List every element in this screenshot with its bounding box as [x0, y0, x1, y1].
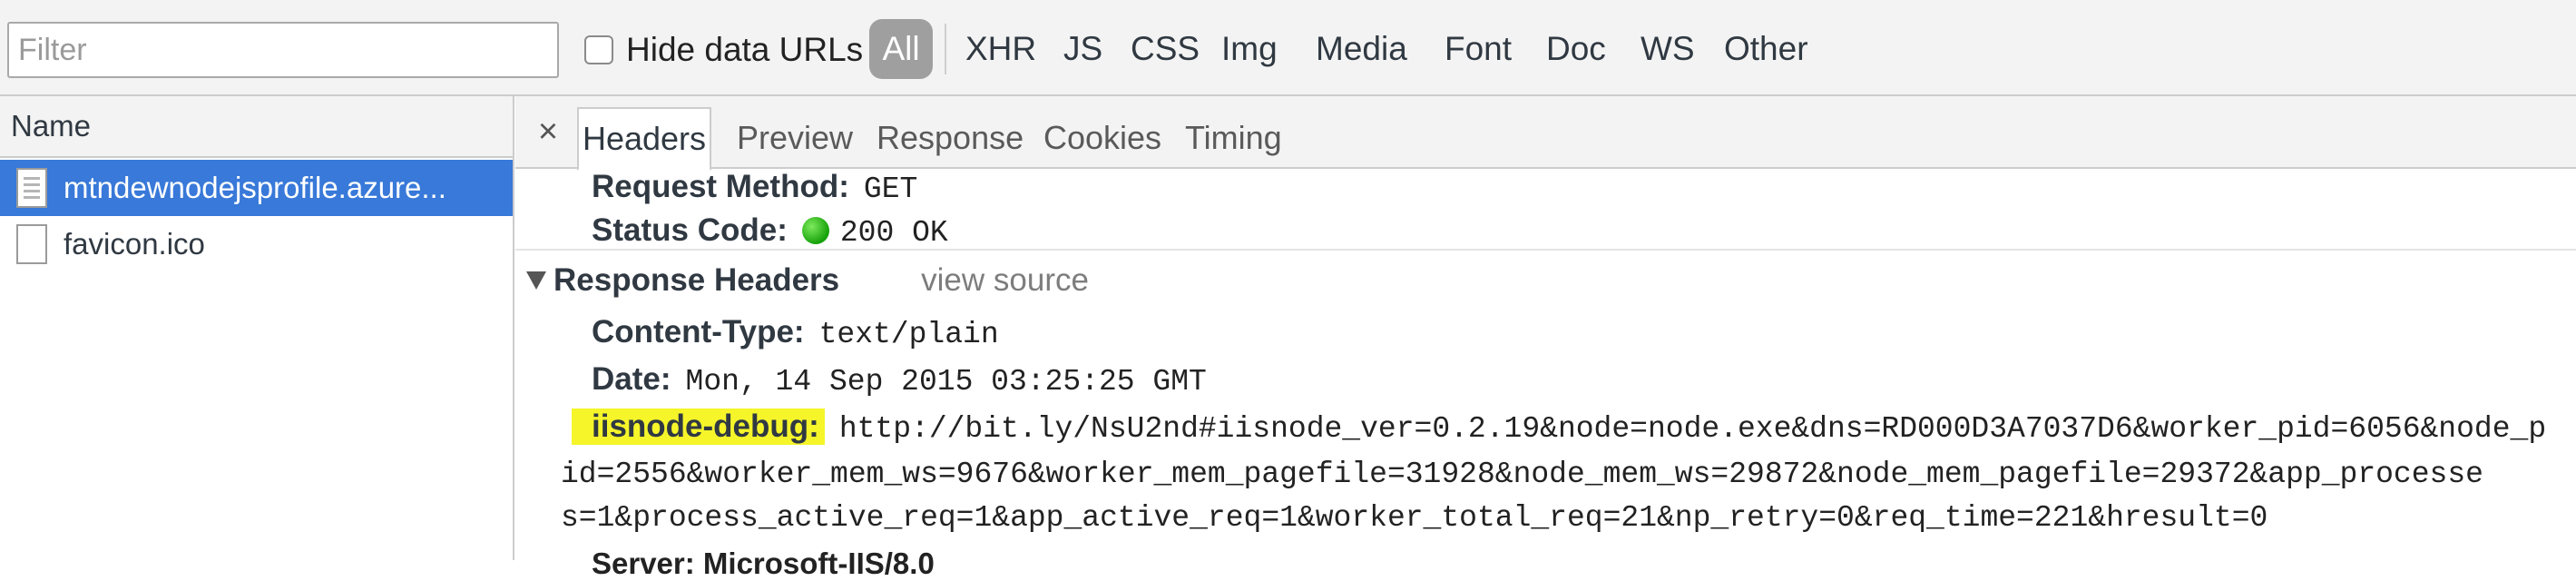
header-value-continued: id=2556&worker_mem_ws=9676&worker_mem_pa… — [561, 458, 2483, 491]
iisnode-debug-row: iisnode-debug: http://bit.ly/NsU2nd#iisn… — [572, 409, 2546, 446]
response-headers-section-header[interactable]: Response Headers view source — [526, 258, 1089, 303]
expand-triangle-icon[interactable] — [526, 271, 546, 290]
request-list-panel: Name mtndewnodejsprofile.azure... favico… — [0, 96, 514, 560]
request-method-row: Request Method: GET — [592, 169, 917, 206]
hide-data-urls-option[interactable]: Hide data URLs — [584, 27, 863, 73]
server-row: Server: Microsoft-IIS/8.0 — [592, 547, 935, 581]
request-name: mtndewnodejsprofile.azure... — [64, 171, 446, 204]
filter-media[interactable]: Media — [1316, 25, 1407, 73]
content-type-row: Content-Type: text/plain — [592, 314, 999, 351]
date-row: Date: Mon, 14 Sep 2015 03:25:25 GMT — [592, 361, 1207, 399]
filter-all[interactable]: All — [869, 19, 933, 79]
filter-font[interactable]: Font — [1445, 25, 1512, 73]
filter-xhr[interactable]: XHR — [965, 25, 1036, 73]
filter-other[interactable]: Other — [1724, 25, 1808, 73]
tab-timing[interactable]: Timing — [1185, 107, 1282, 169]
close-icon[interactable]: × — [530, 109, 566, 154]
hide-data-urls-label[interactable]: Hide data URLs — [626, 31, 863, 69]
file-icon — [16, 224, 47, 264]
request-row-favicon[interactable]: favicon.ico — [0, 216, 513, 272]
filter-ws[interactable]: WS — [1641, 25, 1695, 73]
header-value: text/plain — [818, 318, 999, 351]
request-details-panel: × Headers Preview Response Cookies Timin… — [515, 96, 2576, 580]
header-value-partial: Server: Microsoft-IIS/8.0 — [592, 547, 935, 580]
header-value: 200 OK — [839, 216, 948, 250]
filter-js[interactable]: JS — [1063, 25, 1102, 73]
filter-doc[interactable]: Doc — [1546, 25, 1606, 73]
filter-input[interactable] — [7, 22, 559, 78]
section-divider — [515, 249, 2576, 251]
network-filter-toolbar: Hide data URLs All XHR JS CSS Img Media … — [0, 0, 2576, 96]
header-key: Date: — [592, 361, 671, 397]
document-icon — [16, 168, 47, 208]
status-ok-icon — [801, 217, 829, 244]
details-tabbar: × Headers Preview Response Cookies Timin… — [515, 96, 2576, 171]
header-value: GET — [863, 172, 918, 206]
header-value: Mon, 14 Sep 2015 03:25:25 GMT — [685, 365, 1207, 399]
tab-response[interactable]: Response — [877, 107, 1024, 169]
request-row-main[interactable]: mtndewnodejsprofile.azure... — [0, 160, 513, 216]
header-key: Request Method: — [592, 169, 849, 204]
header-value: http://bit.ly/NsU2nd#iisnode_ver=0.2.19&… — [838, 412, 2547, 446]
view-source-link[interactable]: view source — [921, 262, 1089, 299]
filter-img[interactable]: Img — [1221, 25, 1278, 73]
tab-headers[interactable]: Headers — [577, 107, 711, 171]
hide-data-urls-checkbox[interactable] — [584, 35, 613, 64]
header-key-highlighted: iisnode-debug: — [572, 409, 825, 445]
request-name: favicon.ico — [64, 227, 205, 261]
filter-css[interactable]: CSS — [1131, 25, 1200, 73]
header-key: Content-Type: — [592, 314, 805, 350]
name-column-header[interactable]: Name — [0, 96, 513, 158]
tab-preview[interactable]: Preview — [737, 107, 853, 169]
header-value-continued: s=1&process_active_req=1&app_active_req=… — [561, 501, 2268, 535]
section-title[interactable]: Response Headers — [553, 262, 839, 299]
tab-cookies[interactable]: Cookies — [1043, 107, 1161, 169]
filter-divider — [945, 24, 946, 74]
status-code-row: Status Code: 200 OK — [592, 212, 948, 250]
header-key: Status Code: — [592, 212, 788, 248]
